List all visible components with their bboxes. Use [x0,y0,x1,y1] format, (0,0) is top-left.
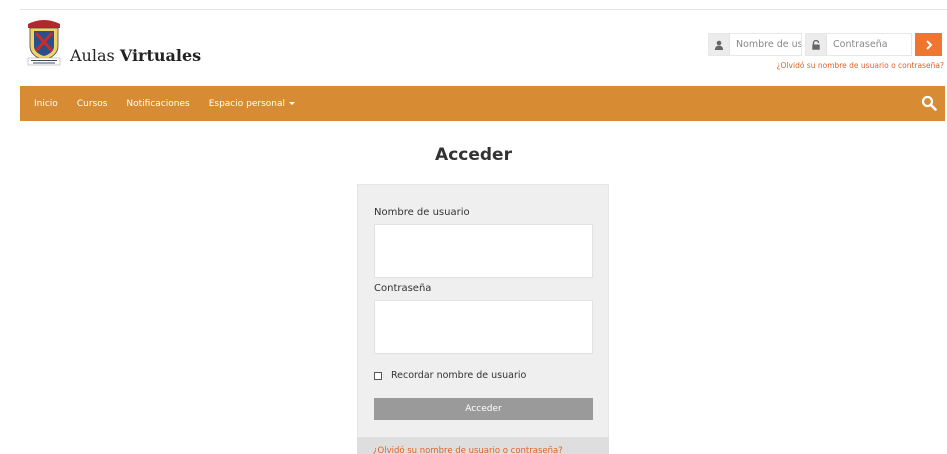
main-navbar: Inicio Cursos Notificaciones Espacio per… [20,86,945,121]
search-icon[interactable] [921,95,937,111]
nav-item-cursos[interactable]: Cursos [77,99,108,109]
header-username-placeholder: Nombre de usuar [736,39,801,50]
site-brand[interactable]: Aulas Virtuales [70,46,201,65]
header-login-button[interactable] [915,33,942,56]
remember-username-row[interactable]: Recordar nombre de usuario [374,370,526,381]
header-forgot-link[interactable]: ¿Olvidó su nombre de usuario o contraseñ… [777,61,944,70]
forgot-credentials-link[interactable]: ¿Olvidó su nombre de usuario o contraseñ… [373,446,563,454]
nav-item-espacio-personal[interactable]: Espacio personal [209,99,295,109]
username-input[interactable] [374,224,593,278]
nav-item-notificaciones[interactable]: Notificaciones [126,99,189,109]
chevron-right-icon [924,35,934,54]
nav-item-espacio-personal-label: Espacio personal [208,98,285,109]
lock-icon [806,34,827,55]
caret-down-icon [289,102,295,105]
login-panel: Nombre de usuario Contraseña Recordar no… [357,184,609,454]
brand-word-bold: Virtuales [119,46,202,65]
page-title: Acceder [435,145,512,165]
password-input[interactable] [374,300,593,354]
password-label: Contraseña [374,283,432,294]
login-panel-footer: ¿Olvidó su nombre de usuario o contraseñ… [357,437,609,454]
header-password-placeholder: Contraseña [833,39,888,50]
header-username-field[interactable]: Nombre de usuar [708,33,802,56]
nav-item-inicio[interactable]: Inicio [34,99,58,109]
school-crest-logo[interactable] [24,18,64,66]
remember-username-label: Recordar nombre de usuario [391,370,527,381]
header-password-field[interactable]: Contraseña [805,33,912,56]
top-divider [20,9,947,10]
username-label: Nombre de usuario [374,207,470,218]
brand-word-regular: Aulas [70,46,115,65]
user-icon [709,34,730,55]
login-submit-button[interactable]: Acceder [374,398,593,420]
remember-username-checkbox[interactable] [374,371,382,380]
header-login-form: Nombre de usuar Contraseña [708,33,942,56]
